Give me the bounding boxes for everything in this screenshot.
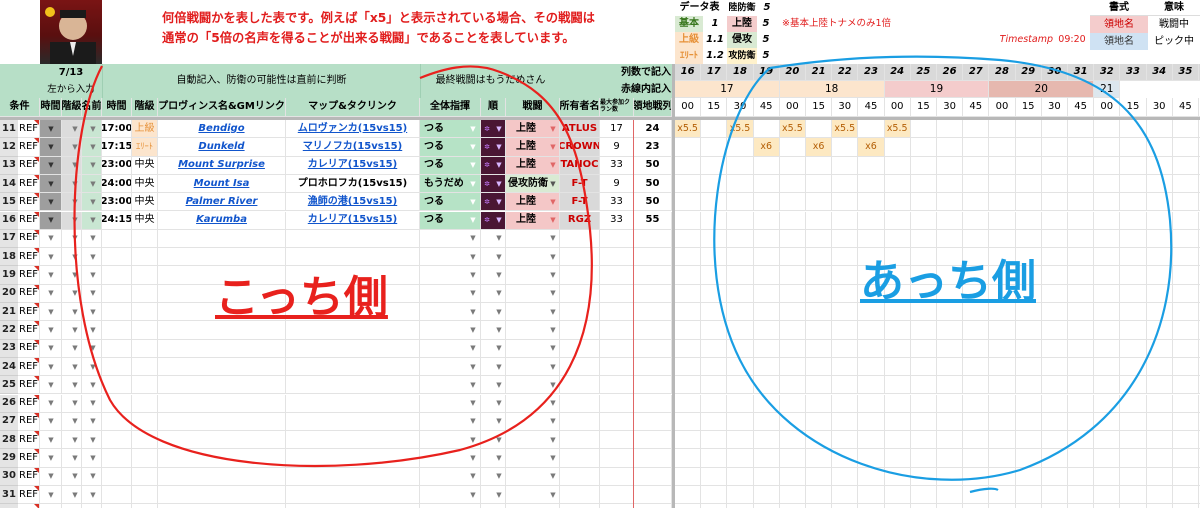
annotation-layer	[73, 55, 1173, 494]
red-circle-annotation	[73, 65, 593, 468]
spreadsheet: 何倍戦闘かを表した表です。例えば「x5」と表示されている場合、その戦闘は 通常の…	[0, 0, 1200, 508]
this-side-label: こっち側	[215, 272, 388, 323]
that-side-label: あっち側	[860, 256, 1036, 307]
